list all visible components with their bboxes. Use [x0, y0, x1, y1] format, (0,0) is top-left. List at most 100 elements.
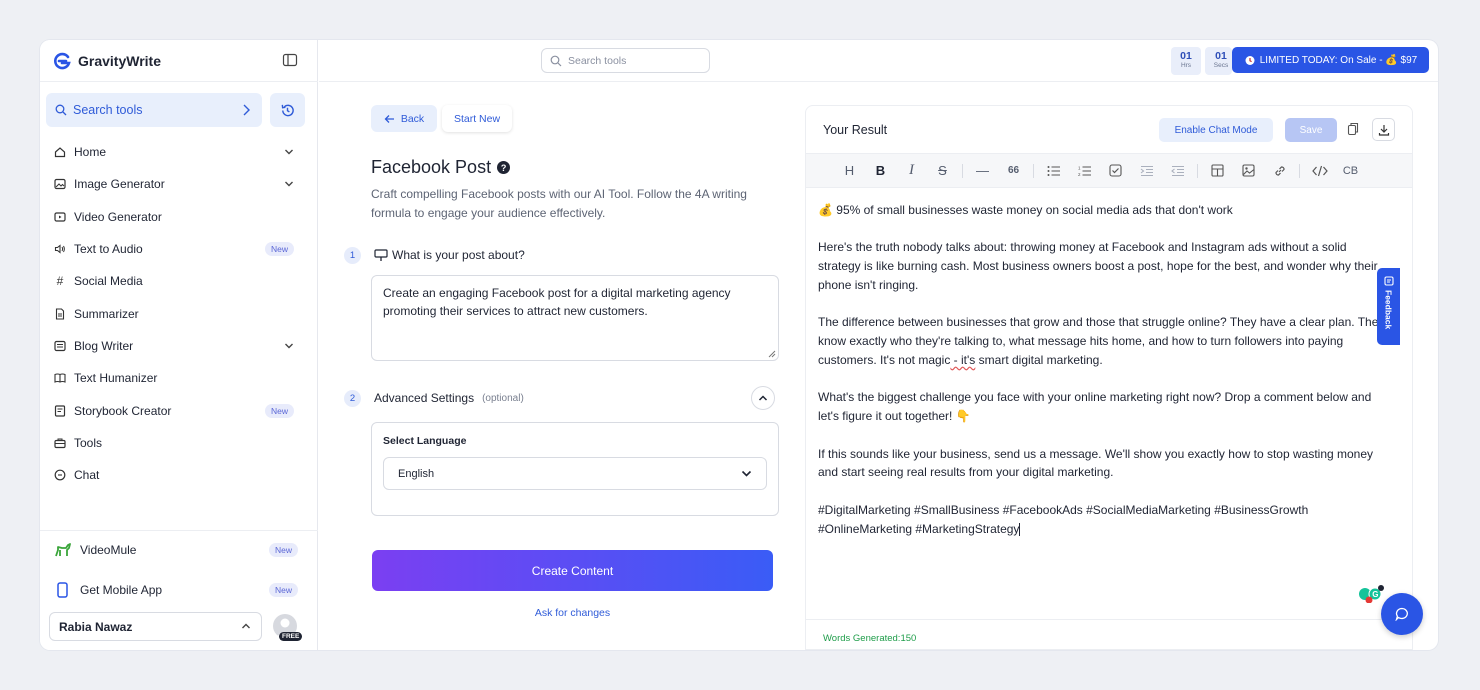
- brand[interactable]: GravityWrite: [52, 50, 161, 72]
- quote-button[interactable]: 66: [998, 161, 1029, 181]
- result-content[interactable]: 💰 95% of small businesses waste money on…: [818, 201, 1388, 557]
- chevron-down-icon[interactable]: [284, 180, 294, 188]
- timer-seconds: 01 Secs: [1210, 47, 1232, 75]
- back-button[interactable]: Back: [371, 105, 437, 132]
- videomule-logo-icon: [55, 543, 71, 557]
- grammarly-icon[interactable]: G: [1358, 585, 1384, 603]
- top-search-input[interactable]: Search tools: [541, 48, 710, 73]
- sidebar-item-label: Video Generator: [74, 209, 162, 224]
- save-button[interactable]: Save: [1285, 118, 1337, 142]
- sidebar-item-label: Get Mobile App: [80, 583, 163, 597]
- title-text: Facebook Post: [371, 157, 492, 177]
- code-block-button[interactable]: CB: [1335, 161, 1366, 181]
- feedback-label: Feedback: [1383, 290, 1394, 330]
- new-badge: New: [268, 543, 298, 557]
- divider: [40, 81, 318, 82]
- feedback-icon: [1383, 276, 1394, 286]
- video-icon: [54, 211, 66, 223]
- divider: [1033, 163, 1034, 178]
- history-button[interactable]: [270, 93, 305, 127]
- words-count: 150: [900, 633, 917, 644]
- feedback-tab[interactable]: Feedback: [1377, 268, 1400, 345]
- chevron-up-icon: [758, 395, 768, 401]
- sidebar-item-social-media[interactable]: # Social Media: [52, 265, 306, 297]
- sidebar-item-tools[interactable]: Tools: [52, 427, 306, 459]
- step2-label: Advanced Settings (optional): [374, 391, 524, 405]
- topbar: Search tools 01 Hrs 55 Mins LIMITED TODA…: [319, 40, 1438, 82]
- horizontal-rule-button[interactable]: —: [967, 161, 998, 181]
- create-content-button[interactable]: Create Content: [372, 550, 773, 591]
- sidebar-item-label: Text to Audio: [74, 242, 143, 257]
- divider: [1299, 163, 1300, 178]
- tool-description: Craft compelling Facebook posts with our…: [371, 187, 747, 220]
- sale-offer-button[interactable]: LIMITED TODAY: On Sale - 💰 $97: [1232, 47, 1429, 73]
- image-button[interactable]: [1233, 161, 1264, 181]
- user-select[interactable]: Rabia Nawaz: [49, 612, 262, 641]
- download-button[interactable]: [1372, 118, 1395, 141]
- sidebar-item-image-generator[interactable]: Image Generator: [52, 168, 306, 200]
- document-icon: [54, 308, 66, 320]
- new-badge: New: [264, 403, 294, 418]
- sidebar-item-video-generator[interactable]: Video Generator: [52, 201, 306, 233]
- chevron-down-icon: [741, 470, 752, 477]
- hash-icon: #: [56, 274, 64, 289]
- editor-toolbar: H B I S — 66 12 CB: [806, 154, 1412, 188]
- history-icon: [281, 104, 294, 116]
- code-button[interactable]: [1304, 161, 1335, 181]
- link-button[interactable]: [1264, 161, 1295, 181]
- result-paragraph: 💰 95% of small businesses waste money on…: [818, 203, 1233, 217]
- numbered-list-button[interactable]: 12: [1069, 161, 1100, 181]
- chevron-down-icon[interactable]: [284, 342, 294, 350]
- help-icon[interactable]: ?: [497, 161, 511, 174]
- indent-button[interactable]: [1131, 161, 1162, 181]
- divider: [1197, 163, 1198, 178]
- chat-support-button[interactable]: [1381, 593, 1423, 635]
- result-paragraph: If this sounds like your business, send …: [818, 446, 1374, 480]
- sidebar-item-text-to-audio[interactable]: Text to Audio New: [52, 233, 306, 265]
- strikethrough-button[interactable]: S: [927, 161, 958, 181]
- timer-unit: Hrs: [1180, 62, 1192, 69]
- search-placeholder: Search tools: [568, 54, 627, 67]
- sidebar-item-videomule[interactable]: VideoMule New: [54, 538, 304, 562]
- numbered-list-icon: 12: [1078, 165, 1091, 177]
- post-topic-textarea[interactable]: Create an engaging Facebook post for a d…: [371, 275, 779, 361]
- svg-text:G: G: [1372, 590, 1378, 599]
- step-number: 2: [344, 390, 361, 407]
- language-select[interactable]: English: [383, 457, 767, 490]
- bold-button[interactable]: B: [865, 161, 896, 181]
- task-list-button[interactable]: [1100, 161, 1131, 181]
- sidebar-item-chat[interactable]: Chat: [52, 459, 306, 491]
- divider: [962, 163, 963, 178]
- chevron-down-icon[interactable]: [284, 148, 294, 156]
- collapse-settings-button[interactable]: [751, 386, 775, 410]
- enable-chat-mode-button[interactable]: Enable Chat Mode: [1159, 118, 1273, 142]
- heading-button[interactable]: H: [834, 161, 865, 181]
- sidebar-item-blog-writer[interactable]: Blog Writer: [52, 330, 306, 362]
- table-button[interactable]: [1202, 161, 1233, 181]
- sidebar-toggle-icon[interactable]: [282, 52, 298, 68]
- sidebar-item-get-mobile-app[interactable]: Get Mobile App New: [54, 578, 304, 602]
- sidebar-search-button[interactable]: Search tools: [46, 93, 262, 127]
- start-new-button[interactable]: Start New: [442, 105, 512, 132]
- book-icon: [54, 372, 66, 384]
- result-paragraph: #DigitalMarketing #SmallBusiness #Facebo…: [818, 501, 1388, 539]
- outdent-button[interactable]: [1162, 161, 1193, 181]
- indent-icon: [1140, 165, 1153, 176]
- sidebar-item-text-humanizer[interactable]: Text Humanizer: [52, 362, 306, 394]
- language-label: Select Language: [383, 435, 467, 447]
- resize-handle-icon[interactable]: [767, 349, 776, 358]
- bullet-list-icon: [1047, 165, 1060, 176]
- sidebar-item-label: Storybook Creator: [74, 403, 172, 418]
- speaker-icon: [54, 243, 66, 255]
- sidebar-item-summarizer[interactable]: Summarizer: [52, 297, 306, 329]
- ask-for-changes-link[interactable]: Ask for changes: [372, 607, 773, 619]
- step1-label: What is your post about?: [374, 248, 525, 262]
- sidebar-item-home[interactable]: Home: [52, 136, 306, 168]
- code-icon: [1311, 165, 1328, 176]
- bullet-list-button[interactable]: [1038, 161, 1069, 181]
- copy-icon[interactable]: [1347, 122, 1359, 136]
- sidebar-item-label: Social Media: [74, 274, 143, 289]
- sidebar-item-storybook-creator[interactable]: Storybook Creator New: [52, 394, 306, 426]
- step1-label-text: What is your post about?: [392, 248, 525, 262]
- italic-button[interactable]: I: [896, 161, 927, 181]
